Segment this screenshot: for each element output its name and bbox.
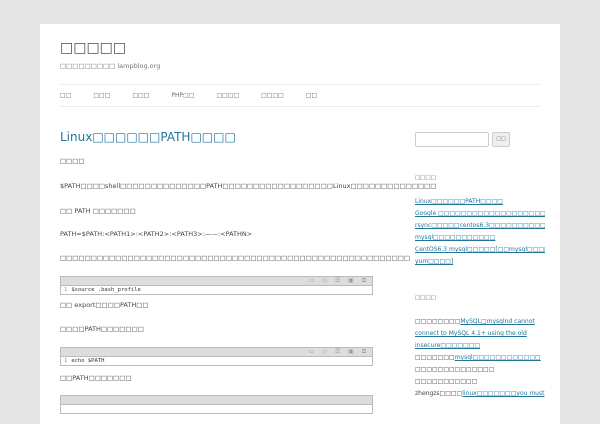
recent-post-link[interactable]: CentOS6.3 mysql□□□□□[□□mysql□□□□ xyxy=(415,244,545,256)
search-input[interactable] xyxy=(415,132,489,147)
recent-post-link[interactable]: Linux□□□□□□PATH□□□□ xyxy=(415,196,545,208)
comment-author: zhengzs□□□□ xyxy=(415,390,463,397)
paragraph: □□□□□□□□□□□□□□□□□□□□□□□□□□□□□□□□□□□□□□□□… xyxy=(60,254,411,262)
recent-posts-heading: □□□□ xyxy=(415,175,436,181)
comment-post-link[interactable]: mysql□□□□□□□□□□□□ xyxy=(455,354,541,361)
paragraph: □□ PATH □□□□□□□ xyxy=(60,207,136,215)
divider xyxy=(60,106,540,107)
line-number: 1 xyxy=(64,287,68,293)
paragraph: PATH=$PATH:<PATH1>:<PATH2>:<PATH3>:——:<P… xyxy=(60,230,253,238)
comment-post-link[interactable]: linux□□□□□□□you must xyxy=(462,390,544,397)
comment-author: □□□□□□□□□□□□□□ xyxy=(415,366,495,373)
code-toolbar-icons[interactable]: ▭ ◇ ☰ ▣ ⧉ xyxy=(309,348,369,356)
search-button[interactable]: □□ xyxy=(492,132,510,147)
nav-item[interactable]: □□ xyxy=(60,92,71,99)
page: □□□□□ □□□□□□□□□ lampblog.org □□ □□□ □□□ … xyxy=(40,24,560,424)
post-title[interactable]: Linux□□□□□□PATH□□□□ xyxy=(60,130,236,144)
nav-item[interactable]: □□□□ xyxy=(261,92,284,99)
recent-comments-list: □□□□□□□□MySQL□mysqlnd cannot connect to … xyxy=(415,316,545,400)
main-nav: □□ □□□ □□□ PHP□□ □□□□ □□□□ □□ xyxy=(60,92,339,99)
recent-posts-list: Linux□□□□□□PATH□□□□ Google □□□□□□□□□□□□□… xyxy=(415,196,545,268)
recent-comments-heading: □□□□ xyxy=(415,295,436,301)
code-line: $source .bash_profile xyxy=(71,287,141,293)
paragraph: □□ export□□□□PATH□□ xyxy=(60,301,149,309)
code-block: ▭ ◇ ☰ ▣ ⧉ 1 $source .bash_profile xyxy=(60,276,373,295)
recent-post-link[interactable]: yum□□□□] xyxy=(415,256,545,268)
paragraph: □□PATH□□□□□□□ xyxy=(60,374,132,382)
code-toolbar-icons[interactable]: ▭ ◇ ☰ ▣ ⧉ xyxy=(309,277,369,285)
comment-author: □□□□□□□□ xyxy=(415,318,461,325)
code-block: ▭ ◇ ☰ ▣ ⧉ 1 echo $PATH xyxy=(60,347,373,366)
nav-item[interactable]: □□ xyxy=(306,92,317,99)
paragraph: □□□□ xyxy=(60,157,85,165)
site-title[interactable]: □□□□□ xyxy=(60,40,126,56)
nav-item[interactable]: PHP□□ xyxy=(171,92,194,99)
code-block xyxy=(60,395,373,414)
nav-item[interactable]: □□□□ xyxy=(216,92,239,99)
site-tagline: □□□□□□□□□ lampblog.org xyxy=(60,62,161,70)
line-number: 1 xyxy=(64,358,68,364)
nav-item[interactable]: □□□ xyxy=(93,92,110,99)
recent-post-link[interactable]: Google □□□□□□□□□□□□□□□□□□□□□□□[□] xyxy=(415,208,545,220)
code-line: echo $PATH xyxy=(71,358,105,364)
comment-author: □□□□□□□□□□□ xyxy=(415,378,478,385)
divider xyxy=(60,84,540,85)
recent-post-link[interactable]: rsync□□□□□centos6.3□□□□□□□□□□□□ xyxy=(415,220,545,232)
paragraph: □□□□PATH□□□□□□□ xyxy=(60,325,144,333)
comment-author: □□□□□□□ xyxy=(415,354,455,361)
recent-post-link[interactable]: mysql□□□□□□□□□□□ xyxy=(415,232,545,244)
nav-item[interactable]: □□□ xyxy=(132,92,149,99)
paragraph: $PATH□□□□shell□□□□□□□□□□□□□□PATH□□□□□□□□… xyxy=(60,182,437,190)
